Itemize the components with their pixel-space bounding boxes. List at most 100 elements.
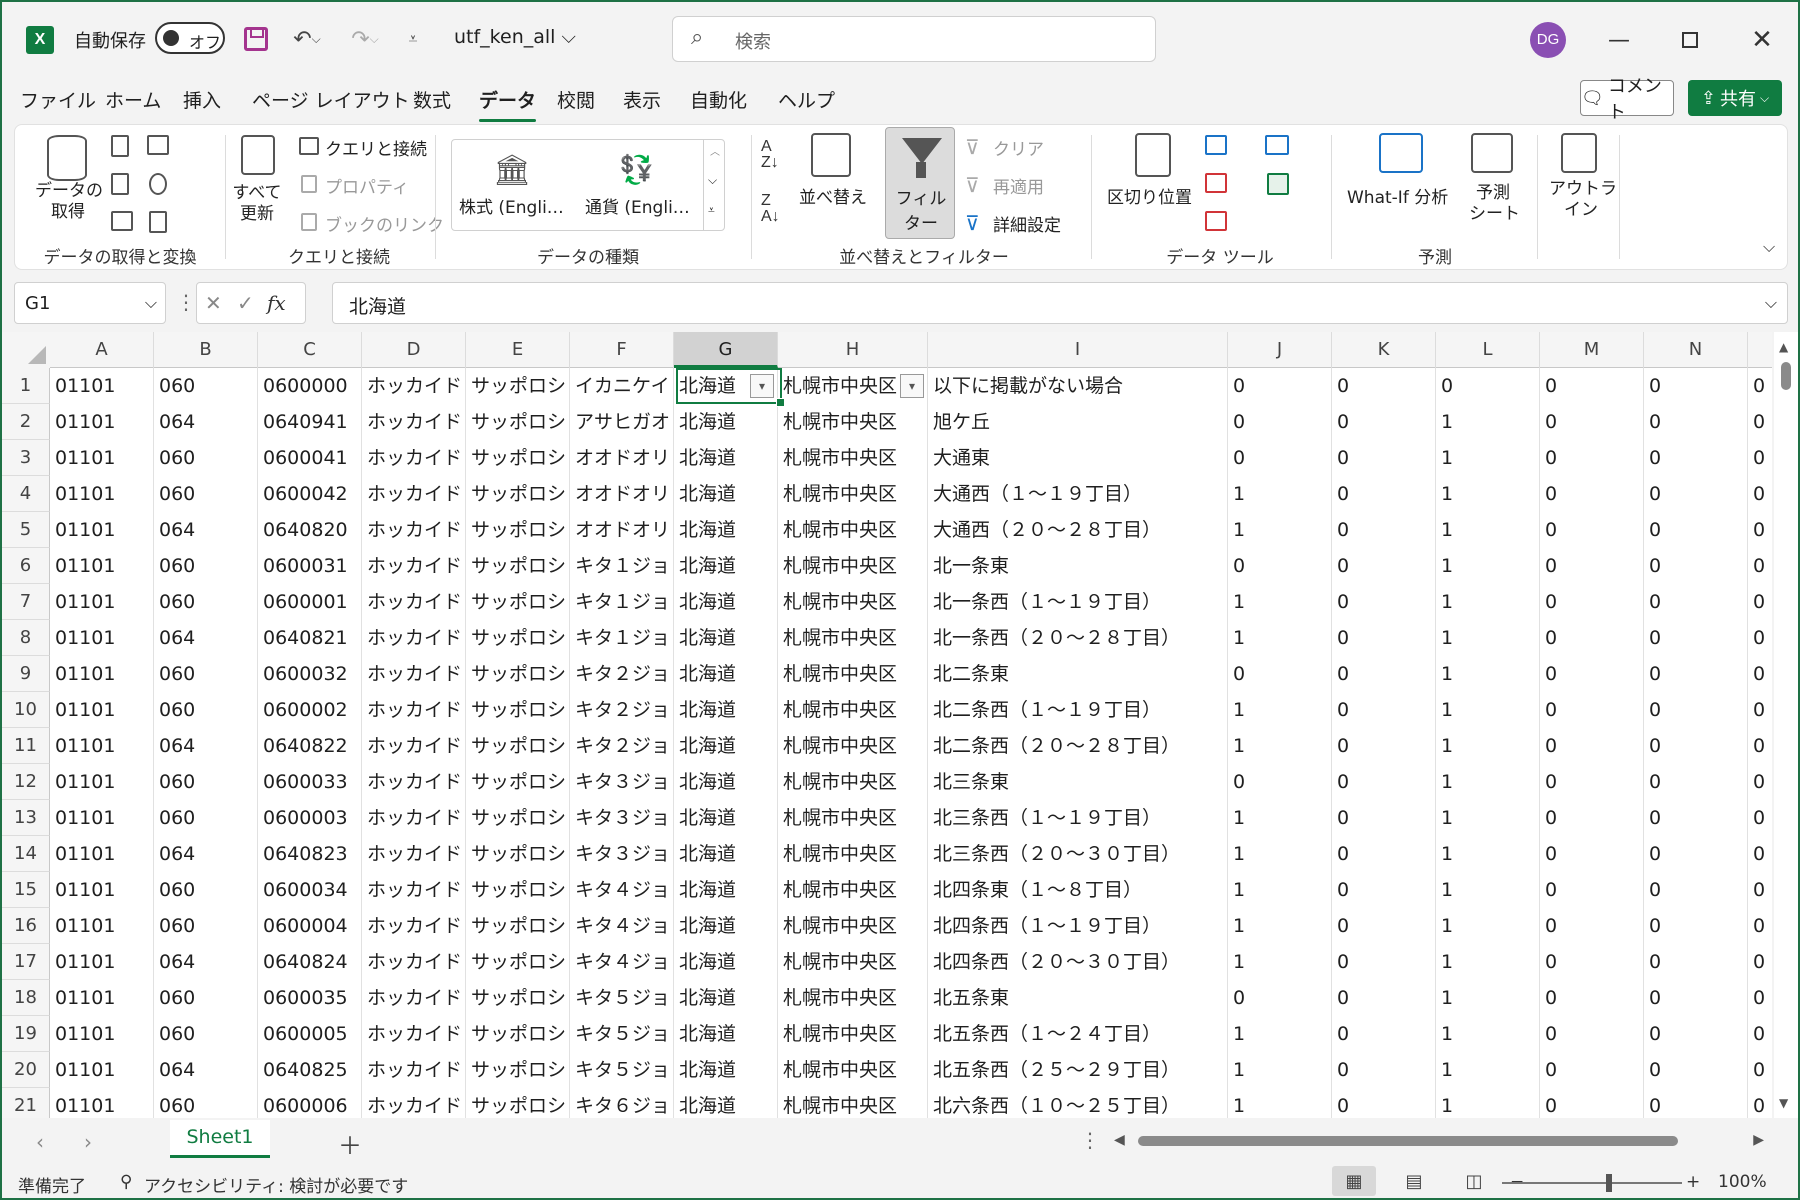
cell[interactable]: 北海道 [674, 404, 778, 440]
cell[interactable]: 0 [1748, 584, 1772, 620]
cell[interactable]: 北四条西（２０～３０丁目） [928, 944, 1228, 980]
cell[interactable]: 0600004 [258, 908, 362, 944]
cell[interactable]: 01101 [50, 1088, 154, 1118]
cell[interactable]: ホッカイド [362, 800, 466, 836]
document-name[interactable]: utf_ken_all ⌵ [454, 26, 576, 48]
filter-button-box[interactable]: フィルター [885, 127, 955, 239]
row-header[interactable]: 14 [2, 836, 50, 872]
flash-fill-icon[interactable] [1205, 135, 1227, 155]
cell[interactable]: 札幌市中央区 [778, 404, 928, 440]
maximize-icon[interactable] [1670, 20, 1710, 60]
cell[interactable]: 札幌市中央区 [778, 620, 928, 656]
cell[interactable]: 北四条東（１～８丁目） [928, 872, 1228, 908]
row-header[interactable]: 20 [2, 1052, 50, 1088]
cell[interactable]: 060 [154, 584, 258, 620]
recent-sources-icon[interactable] [149, 173, 167, 195]
cell[interactable]: 札幌市中央区 [778, 692, 928, 728]
cell[interactable]: キタ３ジョ [570, 836, 674, 872]
cell[interactable]: 064 [154, 512, 258, 548]
cell[interactable]: 1 [1228, 872, 1332, 908]
cell[interactable]: 0 [1644, 404, 1748, 440]
row-header[interactable]: 17 [2, 944, 50, 980]
cell[interactable]: 0 [1332, 404, 1436, 440]
cell[interactable]: 0 [1748, 800, 1772, 836]
cell[interactable]: キタ４ジョ [570, 908, 674, 944]
cell[interactable]: 01101 [50, 980, 154, 1016]
cell[interactable]: キタ３ジョ [570, 764, 674, 800]
cell[interactable]: 0 [1540, 368, 1644, 404]
cell[interactable]: サッポロシ [466, 800, 570, 836]
cell[interactable]: 0 [1540, 656, 1644, 692]
cell[interactable]: 1 [1436, 620, 1540, 656]
cell[interactable]: 01101 [50, 548, 154, 584]
cell[interactable]: 1 [1436, 512, 1540, 548]
cell[interactable]: 01101 [50, 836, 154, 872]
cell[interactable]: 0 [1540, 548, 1644, 584]
cell[interactable]: 札幌市中央区 [778, 872, 928, 908]
cell[interactable]: ホッカイド [362, 368, 466, 404]
cell[interactable]: 01101 [50, 692, 154, 728]
cell[interactable]: 060 [154, 800, 258, 836]
sort-az-icon[interactable]: A Z↓ [761, 139, 779, 171]
tab-home[interactable]: ホーム [105, 86, 161, 116]
text-to-columns-button[interactable]: 区切り位置 [1107, 183, 1192, 208]
row-header[interactable]: 19 [2, 1016, 50, 1052]
consolidate-icon[interactable] [1265, 135, 1289, 155]
cell[interactable]: 大通東 [928, 440, 1228, 476]
sort-za-icon[interactable]: Z A↓ [761, 193, 780, 225]
row-header[interactable]: 2 [2, 404, 50, 440]
cell[interactable]: 北六条西（１０～２５丁目） [928, 1088, 1228, 1118]
cell[interactable]: 0 [1644, 944, 1748, 980]
customize-qat-icon[interactable]: ⩡ [398, 22, 428, 56]
cell[interactable]: 1 [1228, 728, 1332, 764]
cell[interactable]: 札幌市中央区 [778, 548, 928, 584]
cell[interactable]: 0 [1644, 728, 1748, 764]
cell[interactable]: 0600006 [258, 1088, 362, 1118]
column-header-c[interactable]: C [258, 332, 362, 368]
cell[interactable]: 0600005 [258, 1016, 362, 1052]
cell[interactable]: 北海道 [674, 440, 778, 476]
row-header[interactable]: 8 [2, 620, 50, 656]
from-table-icon[interactable] [111, 211, 133, 231]
cell[interactable]: 1 [1436, 548, 1540, 584]
cell[interactable]: 01101 [50, 368, 154, 404]
cell[interactable]: 0640824 [258, 944, 362, 980]
cell[interactable]: 0 [1332, 800, 1436, 836]
cell[interactable]: 0 [1748, 512, 1772, 548]
cell[interactable]: 01101 [50, 728, 154, 764]
scroll-left-icon[interactable]: ◀ [1114, 1132, 1125, 1148]
cell[interactable]: 1 [1436, 656, 1540, 692]
cell[interactable]: 060 [154, 764, 258, 800]
cell[interactable]: 0 [1332, 548, 1436, 584]
cell[interactable]: 060 [154, 1088, 258, 1118]
cell[interactable]: 0600002 [258, 692, 362, 728]
cell[interactable]: ホッカイド [362, 764, 466, 800]
cell[interactable]: 1 [1436, 476, 1540, 512]
search-box[interactable]: ⌕ 検索 [672, 16, 1156, 62]
cell[interactable]: 0 [1644, 368, 1748, 404]
row-header[interactable]: 16 [2, 908, 50, 944]
cell[interactable]: 北海道 [674, 800, 778, 836]
data-model-icon[interactable] [1267, 173, 1289, 195]
select-all-corner[interactable] [2, 332, 50, 368]
cell[interactable]: キタ６ジョ [570, 1088, 674, 1118]
cell[interactable]: 0 [1332, 476, 1436, 512]
currencies-button[interactable]: 通貨 (Engli… [585, 193, 690, 218]
cell[interactable]: ホッカイド [362, 944, 466, 980]
row-header[interactable]: 3 [2, 440, 50, 476]
enter-icon[interactable]: ✓ [237, 291, 254, 315]
forecast-sheet-button[interactable]: 予測 シート [1469, 183, 1520, 225]
cell[interactable]: ホッカイド [362, 980, 466, 1016]
cell[interactable]: 1 [1436, 872, 1540, 908]
cell[interactable]: ホッカイド [362, 512, 466, 548]
cell[interactable]: 0 [1332, 980, 1436, 1016]
cell[interactable]: 0 [1644, 548, 1748, 584]
cell[interactable]: サッポロシ [466, 584, 570, 620]
cell[interactable]: サッポロシ [466, 908, 570, 944]
cell[interactable]: 0 [1644, 476, 1748, 512]
cell[interactable]: 1 [1436, 764, 1540, 800]
row-header[interactable]: 18 [2, 980, 50, 1016]
cell[interactable]: 0 [1540, 404, 1644, 440]
cell[interactable]: サッポロシ [466, 404, 570, 440]
cell[interactable]: 札幌市中央区 [778, 1052, 928, 1088]
